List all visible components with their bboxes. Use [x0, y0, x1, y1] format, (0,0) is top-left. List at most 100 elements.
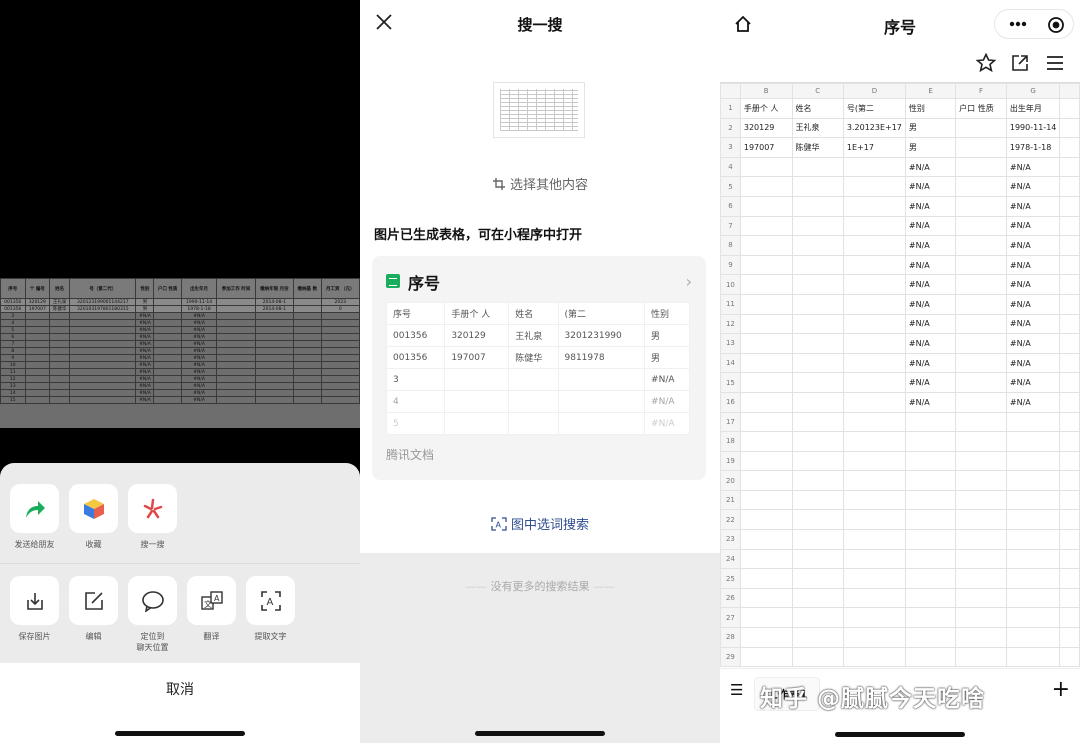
- sheet-cell[interactable]: [739, 587, 793, 609]
- sheet-cell[interactable]: #N/A: [1005, 215, 1061, 237]
- sheet-cell[interactable]: #N/A: [904, 235, 957, 256]
- sheet-cell[interactable]: 1978-1-18: [1005, 137, 1061, 158]
- sheet-row[interactable]: 9 #N/A #N/A: [720, 254, 1080, 276]
- sheet-row[interactable]: 7 #N/A #N/A: [720, 215, 1080, 237]
- sheet-cell[interactable]: [955, 254, 1007, 276]
- sheet-result-card[interactable]: 序号 › 序号 手册个 人姓名 (第二 性别 001356 320129 王礼泉 320123…: [372, 256, 706, 480]
- sheet-cell[interactable]: #N/A: [904, 254, 957, 276]
- sheet-row[interactable]: 3 197007 陈健华 1E+17 男 1978-1-18: [720, 137, 1080, 158]
- sheet-cell[interactable]: #N/A: [904, 176, 957, 197]
- share-out-icon[interactable]: [1011, 54, 1029, 72]
- sheet-cell[interactable]: [791, 607, 844, 629]
- sheet-cell[interactable]: [955, 470, 1007, 491]
- sheet-cell[interactable]: #N/A: [1005, 156, 1061, 178]
- sheet-cell[interactable]: [1005, 489, 1061, 511]
- sheet-cell[interactable]: [842, 627, 906, 648]
- sheet-cell[interactable]: #N/A: [1005, 176, 1061, 197]
- sheet-cell[interactable]: [1005, 450, 1061, 472]
- sheet-table[interactable]: B C D E F G 1 手册个 人姓名 号(第二 性别 户口 性质 出生年月 2 320129 王礼泉 3…: [720, 83, 1080, 668]
- sheet-cell[interactable]: #N/A: [904, 215, 957, 237]
- sheet-cell[interactable]: [955, 156, 1007, 178]
- sheet-cell[interactable]: [791, 489, 844, 511]
- sheet-cell[interactable]: 王礼泉: [791, 117, 844, 139]
- sheet-row[interactable]: 20: [720, 470, 1080, 491]
- sheet-cell[interactable]: 出生年月: [1005, 98, 1061, 119]
- sheet-cell[interactable]: [791, 568, 844, 589]
- sheet-cell[interactable]: [791, 274, 844, 295]
- sheet-cell[interactable]: #N/A: [904, 293, 957, 315]
- sheet-cell[interactable]: [842, 431, 906, 452]
- sheet-cell[interactable]: [791, 646, 844, 668]
- sheet-cell[interactable]: #N/A: [904, 352, 957, 374]
- sheet-row[interactable]: 23: [720, 529, 1080, 550]
- sheet-cell[interactable]: [791, 627, 844, 648]
- close-target-icon[interactable]: [1047, 16, 1065, 34]
- sheet-cell[interactable]: #N/A: [1005, 313, 1061, 335]
- sheet-cell[interactable]: [904, 431, 957, 452]
- sheet-cell[interactable]: 1E+17: [842, 137, 906, 158]
- sheet-cell[interactable]: [955, 568, 1007, 589]
- sheet-row[interactable]: 6 #N/A #N/A: [720, 195, 1080, 217]
- sheet-cell[interactable]: [955, 352, 1007, 374]
- locate-in-chat-button[interactable]: 定位到 聊天位置: [128, 576, 177, 653]
- image-thumbnail[interactable]: [493, 82, 585, 138]
- sheet-cell[interactable]: #N/A: [1005, 372, 1061, 393]
- sheet-row[interactable]: 15 #N/A #N/A: [720, 372, 1080, 393]
- sheet-cell[interactable]: #N/A: [904, 391, 957, 413]
- sheet-cell[interactable]: [739, 529, 793, 550]
- select-other-content-button[interactable]: 选择其他内容: [360, 174, 720, 193]
- sheet-cell[interactable]: [739, 333, 793, 354]
- sheet-cell[interactable]: [842, 254, 906, 276]
- sheet-cell[interactable]: [955, 215, 1007, 237]
- sheet-cell[interactable]: [739, 372, 793, 393]
- sheet-cell[interactable]: [791, 411, 844, 433]
- cancel-button[interactable]: 取消: [0, 663, 360, 743]
- sheet-cell[interactable]: #N/A: [1005, 195, 1061, 217]
- sheet-cell[interactable]: [842, 372, 906, 393]
- sheet-cell[interactable]: [1005, 470, 1061, 491]
- sheet-cell[interactable]: [739, 235, 793, 256]
- sheet-cell[interactable]: [739, 195, 793, 217]
- sheet-row[interactable]: 21: [720, 489, 1080, 511]
- search-search-button[interactable]: 搜一搜: [128, 484, 177, 550]
- sheet-cell[interactable]: [842, 646, 906, 668]
- sheet-cell[interactable]: [791, 195, 844, 217]
- sheet-cell[interactable]: [955, 195, 1007, 217]
- sheet-cell[interactable]: [842, 470, 906, 491]
- sheet-cell[interactable]: [739, 548, 793, 570]
- sheet-row[interactable]: 29: [720, 646, 1080, 668]
- sheet-cell[interactable]: [842, 529, 906, 550]
- sheet-cell[interactable]: [739, 607, 793, 629]
- sheet-cell[interactable]: [955, 529, 1007, 550]
- sheet-cell[interactable]: #N/A: [1005, 274, 1061, 295]
- spreadsheet-grid[interactable]: B C D E F G 1 手册个 人姓名 号(第二 性别 户口 性质 出生年月 2 320129 王礼泉 3…: [720, 82, 1080, 668]
- sheet-cell[interactable]: [739, 431, 793, 452]
- save-image-button[interactable]: 保存图片: [10, 576, 59, 653]
- sheet-cell[interactable]: [739, 293, 793, 315]
- sheet-cell[interactable]: [739, 274, 793, 295]
- sheet-cell[interactable]: 陈健华: [791, 137, 844, 158]
- sheet-row[interactable]: 25: [720, 568, 1080, 589]
- sheet-row[interactable]: 10 #N/A #N/A: [720, 274, 1080, 295]
- sheet-cell[interactable]: 男: [904, 137, 957, 158]
- sheet-row[interactable]: 14 #N/A #N/A: [720, 352, 1080, 374]
- sheet-cell[interactable]: [791, 215, 844, 237]
- sheet-cell[interactable]: [791, 156, 844, 178]
- sheet-cell[interactable]: #N/A: [904, 333, 957, 354]
- sheet-cell[interactable]: [842, 489, 906, 511]
- sheet-cell[interactable]: [904, 411, 957, 433]
- sheet-row[interactable]: 26: [720, 587, 1080, 609]
- sheet-cell[interactable]: #N/A: [1005, 254, 1061, 276]
- sheet-cell[interactable]: [904, 568, 957, 589]
- sheet-cell[interactable]: [842, 333, 906, 354]
- sheet-cell[interactable]: [842, 607, 906, 629]
- sheet-cell[interactable]: 197007: [739, 137, 793, 158]
- sheet-cell[interactable]: [842, 313, 906, 335]
- sheet-cell[interactable]: [1005, 411, 1061, 433]
- sheet-cell[interactable]: [1005, 529, 1061, 550]
- sheet-cell[interactable]: [842, 450, 906, 472]
- sheet-cell[interactable]: [1005, 568, 1061, 589]
- sheet-cell[interactable]: [842, 352, 906, 374]
- sheet-cell[interactable]: [955, 607, 1007, 629]
- sheet-cell[interactable]: [739, 391, 793, 413]
